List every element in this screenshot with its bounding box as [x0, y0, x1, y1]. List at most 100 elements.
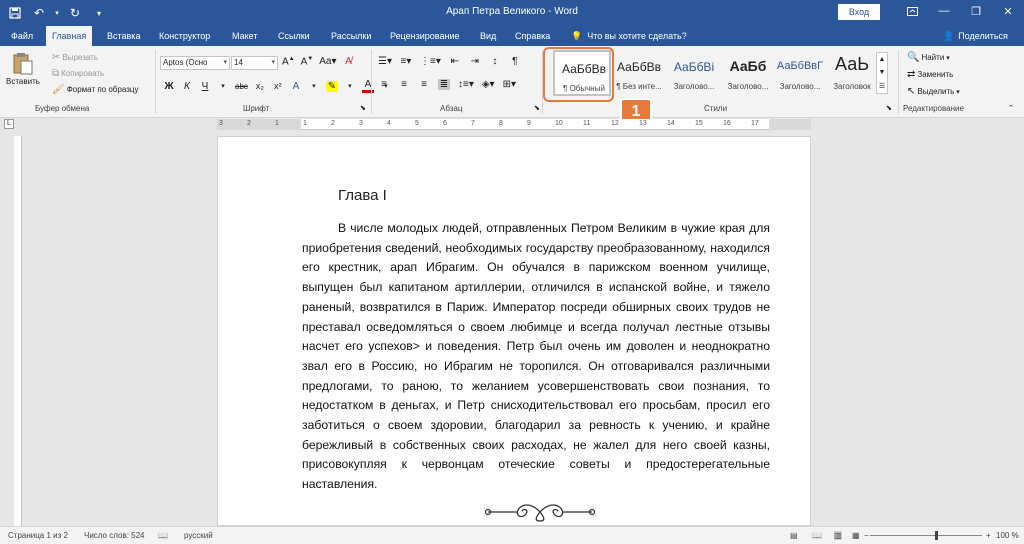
restore-icon[interactable]: ❐	[960, 0, 992, 22]
select-label: Выделить	[917, 87, 955, 96]
font-name-select[interactable]: Aptos (Осно ▾	[160, 56, 230, 70]
ribbon-tabs: Файл Главная Вставка Конструктор Макет С…	[0, 26, 1024, 46]
style-heading-1[interactable]: АаБбВі Заголово...	[665, 50, 723, 96]
tab-file[interactable]: Файл	[11, 26, 33, 46]
align-left-icon[interactable]: ≡	[378, 79, 390, 90]
ruler-tick-label: 1	[303, 120, 307, 127]
tab-insert[interactable]: Вставка	[107, 26, 140, 46]
justify-icon[interactable]: ≣	[438, 79, 450, 90]
paste-button[interactable]: Вставить	[6, 52, 40, 86]
share-button[interactable]: 👤 Поделиться	[943, 26, 1008, 46]
tab-home[interactable]: Главная	[46, 26, 93, 46]
increase-indent-icon[interactable]: ⇥	[469, 56, 481, 67]
tab-review[interactable]: Рецензирование	[390, 26, 460, 46]
font-color-icon[interactable]: A	[361, 79, 374, 93]
language[interactable]: русский	[184, 531, 213, 540]
zoom-slider[interactable]	[870, 535, 982, 536]
gallery-scroll[interactable]: ▲ ▼ ☰	[876, 52, 888, 94]
style-preview: АаБб	[729, 58, 767, 74]
tab-references[interactable]: Ссылки	[278, 26, 310, 46]
document-page[interactable]: Глава I В числе молодых людей, отправлен…	[217, 136, 811, 526]
find-label: Найти	[921, 53, 945, 62]
decrease-indent-icon[interactable]: ⇤	[449, 56, 461, 67]
sign-in-button[interactable]: Вход	[838, 4, 880, 20]
find-button[interactable]: 🔍 Найти ▾	[907, 52, 950, 63]
page-count[interactable]: Страница 1 из 2	[8, 531, 68, 540]
minimize-icon[interactable]: —	[928, 0, 960, 22]
chevron-up-icon[interactable]: ▲	[879, 56, 886, 63]
tab-help[interactable]: Справка	[515, 26, 550, 46]
dialog-launcher-icon[interactable]: ⬊	[534, 104, 540, 112]
multilevel-list-icon[interactable]: ⋮≡▾	[420, 56, 441, 67]
italic-button[interactable]: К	[181, 81, 193, 92]
cut-button[interactable]: ✂ Вырезать	[52, 52, 98, 63]
style-heading-3[interactable]: АаБбВвГ Заголово...	[771, 50, 829, 96]
align-right-icon[interactable]: ≡	[418, 79, 430, 90]
tab-mailings[interactable]: Рассылки	[331, 26, 371, 46]
paste-label: Вставить	[6, 77, 40, 86]
tab-view[interactable]: Вид	[480, 26, 496, 46]
tab-design[interactable]: Конструктор	[159, 26, 210, 46]
zoom-out-icon[interactable]: −	[864, 531, 869, 540]
numbering-icon[interactable]: ≡▾	[400, 56, 412, 67]
borders-icon[interactable]: ⊞▾	[503, 79, 516, 90]
bullets-icon[interactable]: ☰▾	[378, 56, 392, 67]
body-paragraph[interactable]: В числе молодых людей, отправленных Петр…	[302, 219, 770, 495]
strikethrough-button[interactable]: abc	[235, 82, 248, 91]
select-button[interactable]: ↖ Выделить ▾	[907, 86, 960, 97]
line-spacing-icon[interactable]: ↕≡▾	[458, 79, 474, 90]
zoom-in-icon[interactable]: +	[986, 531, 991, 540]
underline-button[interactable]: Ч	[199, 81, 211, 92]
focus-mode-icon[interactable]: ▤	[790, 531, 798, 540]
read-mode-icon[interactable]: 📖	[812, 531, 822, 540]
font-size-select[interactable]: 14 ▾	[231, 56, 278, 70]
format-painter-button[interactable]: 🖌 Формат по образцу	[52, 84, 138, 95]
replace-button[interactable]: ⇄ Заменить	[907, 69, 953, 80]
tell-me-box[interactable]: 💡 Что вы хотите сделать?	[571, 26, 687, 46]
close-icon[interactable]: ✕	[992, 0, 1024, 22]
dialog-launcher-icon[interactable]: ⬊	[360, 104, 366, 112]
style-title[interactable]: АаЬ Заголовок	[823, 50, 881, 96]
style-heading-2[interactable]: АаБб Заголово...	[719, 50, 777, 96]
tab-selector[interactable]: L	[4, 119, 14, 129]
collapse-ribbon-icon[interactable]: ⌃	[1008, 104, 1014, 112]
ruler-margin	[217, 119, 301, 130]
cut-label: Вырезать	[62, 53, 98, 62]
proofing-icon[interactable]: 📖	[158, 531, 168, 540]
superscript-button[interactable]: x²	[272, 81, 284, 91]
chapter-heading[interactable]: Глава I	[338, 187, 387, 204]
highlight-icon[interactable]: ✎	[325, 80, 338, 92]
vertical-scrollbar[interactable]	[1012, 136, 1024, 526]
word-count[interactable]: Число слов: 524	[84, 531, 144, 540]
editing-group-label: Редактирование	[903, 104, 964, 113]
chevron-down-icon[interactable]: ▼	[879, 69, 886, 76]
ribbon-display-options-icon[interactable]	[896, 0, 928, 22]
dialog-launcher-icon[interactable]: ⬊	[886, 104, 892, 112]
style-no-spacing[interactable]: АаБбВв ¶ Без инте...	[610, 50, 668, 96]
zoom-slider-thumb[interactable]	[935, 531, 938, 540]
clear-formatting-icon[interactable]: A̸	[343, 56, 355, 67]
print-layout-icon[interactable]: ▥	[834, 531, 842, 540]
zoom-level[interactable]: 100 %	[996, 531, 1019, 540]
text-effects-icon[interactable]: A	[290, 81, 302, 92]
horizontal-ruler[interactable]: 3 2 1 1 2 3 4 5 6 7 8 9 10 11 12 13 14 15 16 17	[217, 119, 811, 130]
bold-button[interactable]: Ж	[163, 81, 175, 92]
pilcrow-icon[interactable]: ¶	[509, 56, 521, 67]
vertical-ruler[interactable]	[14, 136, 22, 526]
grow-font-icon[interactable]: A▲	[282, 56, 295, 67]
shading-icon[interactable]: ◈▾	[482, 79, 495, 90]
chevron-down-icon[interactable]: ▾	[308, 82, 320, 90]
tab-layout[interactable]: Макет	[232, 26, 257, 46]
web-layout-icon[interactable]: ▦	[852, 531, 860, 540]
chevron-down-icon[interactable]: ▾	[344, 82, 356, 90]
align-center-icon[interactable]: ≡	[398, 79, 410, 90]
subscript-button[interactable]: x₂	[254, 81, 266, 91]
copy-button[interactable]: ⧉ Копировать	[52, 68, 104, 79]
divider	[371, 50, 372, 114]
sort-icon[interactable]: ↕	[489, 56, 501, 67]
underline-dropdown-icon[interactable]: ▾	[217, 82, 229, 90]
style-name: Заголово...	[727, 82, 769, 91]
more-icon[interactable]: ☰	[879, 82, 885, 90]
change-case-icon[interactable]: Aa▾	[319, 56, 336, 67]
shrink-font-icon[interactable]: A▼	[301, 56, 314, 67]
